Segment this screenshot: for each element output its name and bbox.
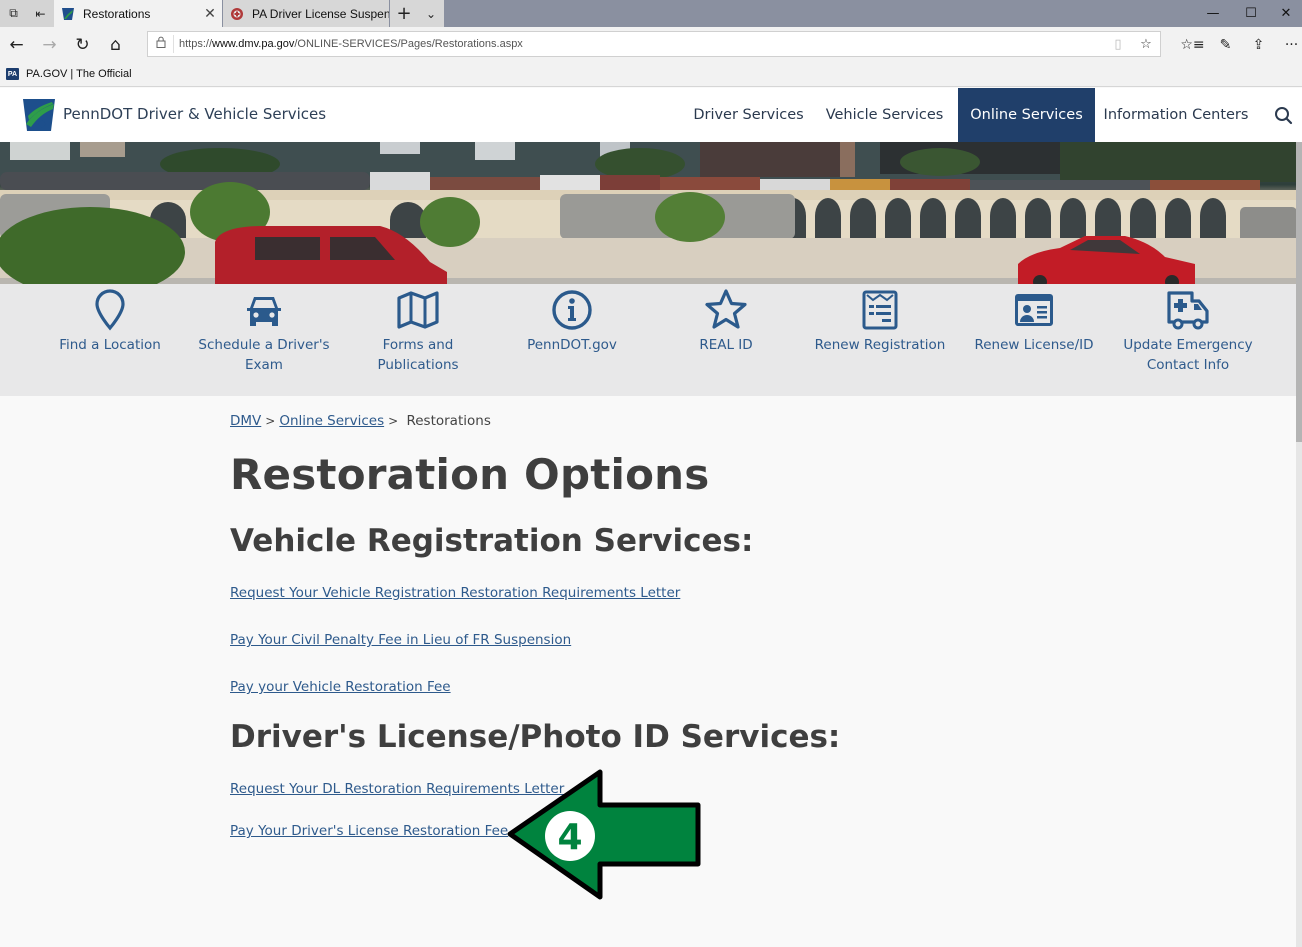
quick-link-label: Renew Registration	[814, 337, 946, 353]
id-card-icon	[1015, 294, 1053, 326]
add-favorite-star-icon[interactable]: ☆	[1132, 37, 1160, 52]
breadcrumb-online-services[interactable]: Online Services	[279, 413, 384, 429]
favorite-label: PA.GOV | The Official	[26, 68, 132, 80]
home-button[interactable]: ⌂	[99, 27, 132, 62]
ambulance-icon	[1167, 291, 1209, 330]
star-icon	[705, 289, 747, 329]
nav-driver-services[interactable]: Driver Services	[686, 88, 811, 142]
back-button[interactable]: ←	[0, 27, 33, 62]
quick-link-label: REAL ID	[699, 337, 753, 353]
maximize-button[interactable]: ☐	[1232, 0, 1270, 27]
share-icon[interactable]: ⇪	[1242, 27, 1275, 62]
breadcrumb: DMV > Online Services > Restorations	[230, 413, 491, 429]
quick-link-label: PennDOT.gov	[527, 337, 617, 353]
nav-information-centers[interactable]: Information Centers	[1100, 88, 1252, 142]
search-icon[interactable]	[1270, 103, 1296, 129]
more-options-icon[interactable]: ···	[1275, 27, 1302, 62]
site-header: PennDOT Driver & Vehicle Services Driver…	[0, 88, 1302, 142]
tab-manager-icon[interactable]: ⧉	[0, 0, 27, 27]
breadcrumb-separator: >	[388, 414, 399, 428]
tab-label: Restorations	[83, 6, 151, 21]
nav-vehicle-services[interactable]: Vehicle Services	[818, 88, 951, 142]
tab-list-chevron-icon[interactable]: ⌄	[418, 0, 444, 27]
tab-actions: ⧉ ⇤	[0, 0, 54, 27]
page-scrollbar-thumb[interactable]	[1296, 142, 1302, 442]
page-title: Restoration Options	[230, 450, 710, 499]
lock-icon[interactable]	[148, 35, 174, 53]
breadcrumb-dmv[interactable]: DMV	[230, 413, 261, 429]
close-tab-icon[interactable]: ✕	[198, 6, 222, 22]
browser-tab-bar: ⧉ ⇤ Restorations ✕ PA Driver License Sus…	[0, 0, 1302, 27]
quick-link-label: Find a Location	[59, 337, 161, 353]
reading-view-icon[interactable]: ▯	[1104, 37, 1132, 52]
quick-link-penndot-gov[interactable]: PennDOT.gov	[495, 284, 649, 396]
refresh-button[interactable]: ↻	[66, 27, 99, 62]
step-annotation-arrow: 4	[507, 769, 701, 900]
quick-link-label: Forms and Publications	[377, 337, 459, 373]
site-title[interactable]: PennDOT Driver & Vehicle Services	[63, 105, 326, 123]
tab-restorations[interactable]: Restorations ✕	[54, 0, 222, 27]
registration-document-icon	[862, 290, 898, 330]
address-bar[interactable]: https://www.dmv.pa.gov/ONLINE-SERVICES/P…	[147, 31, 1161, 57]
favorite-pa-gov[interactable]: PA PA.GOV | The Official	[6, 68, 132, 80]
map-pin-icon	[95, 289, 125, 331]
tab-label: PA Driver License Suspende	[252, 6, 389, 21]
quick-link-renew-registration[interactable]: Renew Registration	[803, 284, 957, 396]
set-tabs-aside-icon[interactable]: ⇤	[27, 0, 54, 27]
quick-link-schedule-exam[interactable]: Schedule a Driver's Exam	[187, 284, 341, 396]
tab-pa-driver-license[interactable]: PA Driver License Suspende	[223, 0, 389, 27]
car-icon	[247, 297, 281, 326]
quick-link-label: Renew License/ID	[974, 337, 1094, 353]
step-number: 4	[557, 817, 582, 858]
quick-link-emergency-contact[interactable]: Update Emergency Contact Info	[1111, 284, 1265, 396]
pa-gov-icon: PA	[6, 68, 19, 80]
new-tab-button[interactable]: +	[390, 0, 418, 27]
quick-links-bar: Find a Location Schedule a Driver's Exam …	[0, 284, 1297, 396]
link-vehicle-restoration-fee[interactable]: Pay your Vehicle Restoration Fee	[230, 679, 451, 695]
penndot-keystone-logo-icon[interactable]	[22, 98, 56, 132]
browser-nav-bar: ← → ↻ ⌂ https://www.dmv.pa.gov/ONLINE-SE…	[0, 27, 1302, 62]
favorites-hub-icon[interactable]: ☆≡	[1176, 27, 1209, 62]
quick-link-real-id[interactable]: REAL ID	[649, 284, 803, 396]
link-dl-restoration-fee[interactable]: Pay Your Driver's License Restoration Fe…	[230, 823, 508, 839]
minimize-button[interactable]: —	[1194, 0, 1232, 27]
quick-link-label: Schedule a Driver's Exam	[198, 337, 330, 373]
keystone-favicon-icon	[62, 7, 74, 20]
map-icon	[397, 291, 439, 329]
breadcrumb-current: Restorations	[406, 413, 491, 429]
info-circle-icon	[552, 290, 592, 330]
section-heading-vehicle-registration: Vehicle Registration Services:	[230, 523, 754, 559]
url-text[interactable]: https://www.dmv.pa.gov/ONLINE-SERVICES/P…	[174, 38, 1104, 50]
section-heading-drivers-license: Driver's License/Photo ID Services:	[230, 719, 841, 755]
nav-online-services[interactable]: Online Services	[958, 88, 1095, 142]
link-civil-penalty-fee[interactable]: Pay Your Civil Penalty Fee in Lieu of FR…	[230, 632, 571, 648]
hero-scene-illustration	[0, 142, 1297, 284]
pa-seal-favicon-icon	[231, 7, 243, 20]
quick-link-label: Update Emergency Contact Info	[1123, 337, 1253, 373]
link-vehicle-restoration-requirements-letter[interactable]: Request Your Vehicle Registration Restor…	[230, 585, 680, 601]
hero-banner-image	[0, 142, 1297, 284]
web-notes-pen-icon[interactable]: ✎	[1209, 27, 1242, 62]
breadcrumb-separator: >	[265, 414, 276, 428]
forward-button[interactable]: →	[33, 27, 66, 62]
window-close-button[interactable]: ✕	[1270, 0, 1302, 27]
favorites-bar: PA PA.GOV | The Official	[0, 62, 1302, 87]
quick-link-forms-publications[interactable]: Forms and Publications	[341, 284, 495, 396]
quick-link-find-location[interactable]: Find a Location	[33, 284, 187, 396]
quick-link-renew-license[interactable]: Renew License/ID	[957, 284, 1111, 396]
